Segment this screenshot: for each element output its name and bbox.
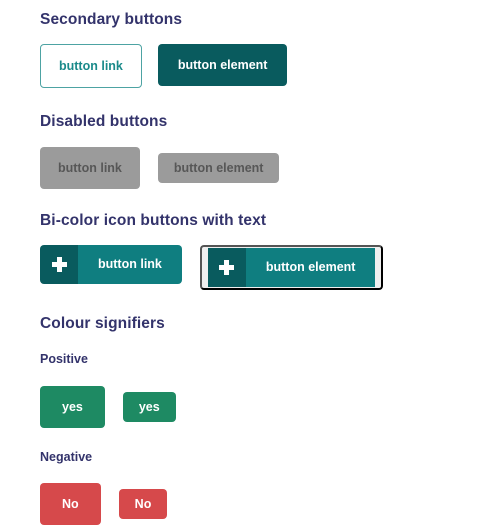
section-heading-disabled: Disabled buttons bbox=[40, 114, 500, 130]
secondary-button-element[interactable]: button element bbox=[158, 44, 288, 86]
section-bicolor-buttons: Bi-color icon buttons with text button l… bbox=[40, 189, 500, 290]
plus-icon bbox=[52, 257, 67, 272]
negative-label: Negative bbox=[40, 451, 500, 464]
bicolor-buttons-row: button link button element bbox=[40, 245, 500, 290]
positive-group: Positive yes yes bbox=[40, 353, 500, 428]
section-colour-signifiers: Colour signifiers Positive yes yes Negat… bbox=[40, 290, 500, 525]
secondary-buttons-row: button link button element bbox=[40, 44, 500, 88]
secondary-button-link[interactable]: button link bbox=[40, 44, 142, 88]
section-heading-bicolor: Bi-color icon buttons with text bbox=[40, 213, 500, 229]
disabled-button-link: button link bbox=[40, 147, 140, 189]
disabled-button-element: button element bbox=[158, 153, 280, 183]
plus-icon-wrapper bbox=[208, 248, 246, 287]
disabled-buttons-row: button link button element bbox=[40, 147, 500, 189]
positive-signifier-large[interactable]: yes bbox=[40, 386, 105, 428]
section-heading-secondary: Secondary buttons bbox=[40, 12, 500, 28]
negative-signifier-large[interactable]: No bbox=[40, 483, 101, 525]
plus-icon-wrapper bbox=[40, 245, 78, 284]
bicolor-button-element[interactable]: button element bbox=[200, 245, 384, 290]
positive-label: Positive bbox=[40, 353, 500, 366]
bicolor-button-link[interactable]: button link bbox=[40, 245, 182, 284]
section-heading-colour-signifiers: Colour signifiers bbox=[40, 316, 500, 332]
section-secondary-buttons: Secondary buttons button link button ele… bbox=[40, 0, 500, 88]
negative-group: Negative No No bbox=[40, 451, 500, 525]
style-guide-page: Secondary buttons button link button ele… bbox=[0, 0, 500, 522]
positive-signifier-small[interactable]: yes bbox=[123, 392, 176, 422]
positive-buttons-row: yes yes bbox=[40, 386, 500, 428]
bicolor-button-element-label: button element bbox=[246, 248, 376, 287]
negative-buttons-row: No No bbox=[40, 483, 500, 525]
section-disabled-buttons: Disabled buttons button link button elem… bbox=[40, 88, 500, 190]
plus-icon bbox=[219, 260, 234, 275]
negative-signifier-small[interactable]: No bbox=[119, 489, 168, 519]
bicolor-button-link-label: button link bbox=[78, 245, 182, 284]
